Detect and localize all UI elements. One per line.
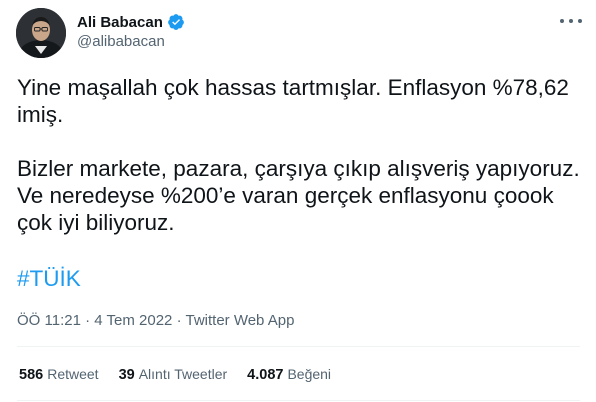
quote-tweets-count: 39 — [118, 367, 135, 383]
author-handle[interactable]: @alibabacan — [77, 33, 165, 50]
more-options-icon[interactable] — [560, 14, 582, 28]
tweet-source-link[interactable]: Twitter Web App — [185, 312, 294, 329]
tweet-text: Yine maşallah çok hassas tartmışlar. Enf… — [17, 74, 587, 236]
retweets-count: 586 — [19, 367, 44, 383]
likes-stat[interactable]: 4.087 Beğeni — [247, 366, 331, 383]
quote-tweets-stat[interactable]: 39 Alıntı Tweetler — [119, 366, 228, 383]
tweet-meta: ÖÖ 11:21 · 4 Tem 2022 · Twitter Web App — [17, 312, 294, 329]
more-dot — [560, 19, 564, 23]
profile-photo-icon — [16, 8, 66, 58]
hashtag-link[interactable]: #TÜİK — [17, 265, 81, 292]
tweet-date-link[interactable]: 4 Tem 2022 — [94, 312, 172, 329]
retweets-stat[interactable]: 586 Retweet — [19, 366, 99, 383]
divider — [17, 346, 580, 347]
tweet-line: çok iyi biliyoruz. — [17, 210, 175, 235]
tweet-line: Bizler markete, pazara, çarşıya çıkıp al… — [17, 156, 580, 181]
divider — [17, 400, 580, 401]
author-name-row[interactable]: Ali Babacan — [77, 12, 185, 32]
retweets-label: Retweet — [47, 366, 99, 382]
author-name[interactable]: Ali Babacan — [77, 14, 163, 31]
tweet-card: Ali Babacan @alibabacan Yine maşallah ço… — [0, 0, 596, 402]
quote-tweets-label: Alıntı Tweetler — [138, 366, 228, 382]
tweet-line: Yine maşallah çok hassas tartmışlar. Enf… — [17, 75, 569, 100]
likes-count: 4.087 — [247, 367, 284, 383]
more-dot — [569, 19, 573, 23]
more-dot — [578, 19, 582, 23]
tweet-line: Ve neredeyse %200’e varan gerçek enflasy… — [17, 183, 554, 208]
engagement-stats: 586 Retweet 39 Alıntı Tweetler 4.087 Beğ… — [19, 366, 351, 383]
tweet-line: imiş. — [17, 102, 64, 127]
tweet-time-link[interactable]: ÖÖ 11:21 — [17, 312, 81, 329]
likes-label: Beğeni — [287, 366, 332, 382]
meta-separator: · — [85, 312, 91, 329]
verified-badge-icon — [167, 14, 184, 30]
avatar[interactable] — [16, 8, 66, 58]
meta-separator: · — [176, 312, 182, 329]
